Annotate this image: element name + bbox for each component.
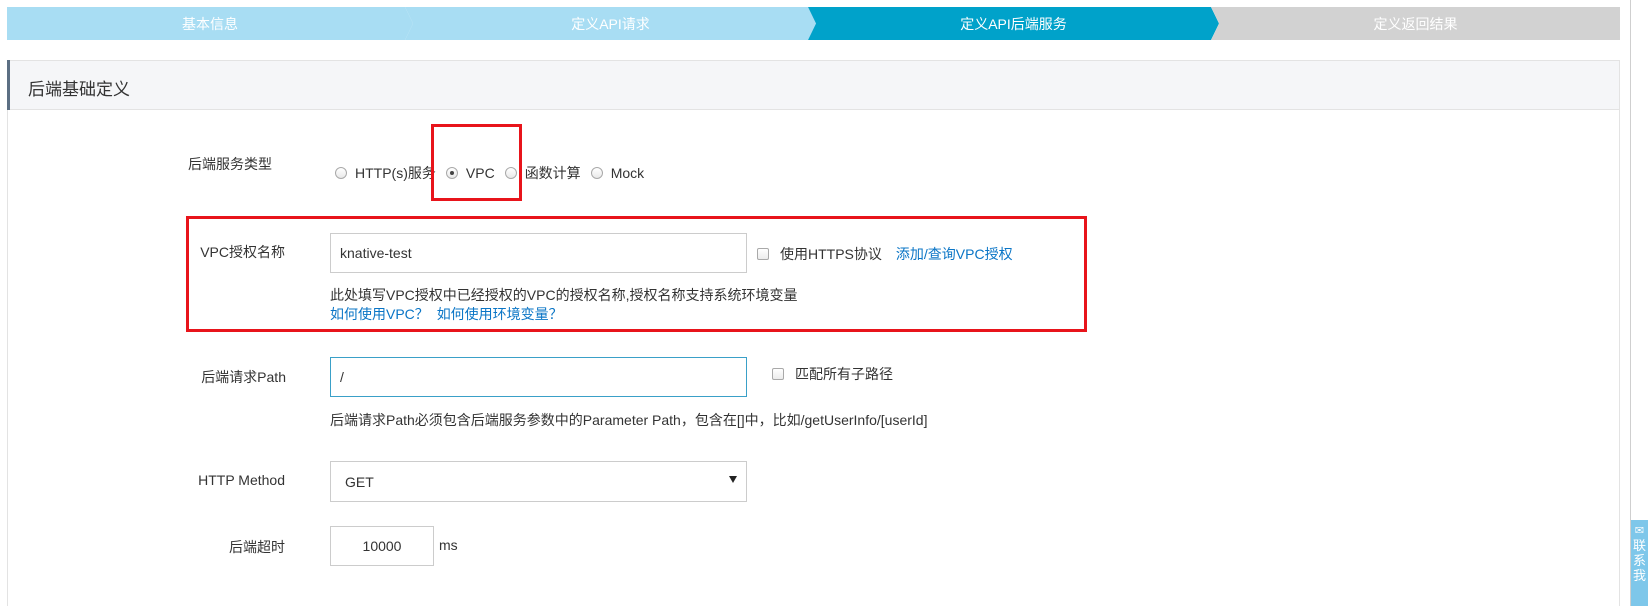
backend-definition-panel: 后端基础定义 [7,60,1620,606]
step-label: 定义API后端服务 [960,15,1067,32]
contact-side-tab[interactable]: ✉ 联系我 [1631,520,1648,606]
https-checkbox-row: 使用HTTPS协议 添加/查询VPC授权 [757,244,1013,264]
http-method-select[interactable]: GET [330,461,747,502]
radio-checked-icon [445,167,458,179]
side-tab-text: 联系我 [1632,538,1646,583]
match-subpath-label: 匹配所有子路径 [795,366,893,382]
panel-title: 后端基础定义 [28,80,130,99]
scrollbar-track [1630,0,1631,606]
http-method-label: HTTP Method [198,472,285,488]
step-define-request[interactable]: 定义API请求 [405,7,816,40]
chevron-down-icon [729,476,737,483]
radio-http[interactable]: HTTP(s)服务 [335,163,436,183]
backend-path-input[interactable] [330,357,747,397]
chat-icon: ✉ [1634,525,1645,537]
backend-path-help: 后端请求Path必须包含后端服务参数中的Parameter Path，包含在[]… [330,412,928,428]
page: 基本信息 定义API请求 定义API后端服务 定义返回结果 后端基础定义 后端服… [0,0,1648,606]
how-to-use-env-var-link[interactable]: 如何使用环境变量？ [437,306,563,322]
match-subpath-row: 匹配所有子路径 [772,364,893,384]
how-to-use-vpc-link[interactable]: 如何使用VPC？ [330,306,429,322]
radio-label: 函数计算 [524,165,581,181]
radio-circle-icon [504,167,517,179]
backend-type-label: 后端服务类型 [188,156,272,172]
step-label: 定义API请求 [571,15,650,32]
radio-label: Mock [610,165,645,181]
radio-circle-icon [335,167,347,179]
radio-label: HTTP(s)服务 [355,165,436,181]
vpc-auth-help: 此处填写VPC授权中已经授权的VPC的授权名称,授权名称支持系统环境变量 [330,287,798,303]
step-label: 基本信息 [182,15,238,32]
vpc-auth-label: VPC授权名称 [200,244,285,260]
step-basic-info[interactable]: 基本信息 [7,7,413,40]
backend-type-radio-group: HTTP(s)服务 VPC 函数计算 Mock [335,163,654,183]
radio-mock[interactable]: Mock [590,165,645,181]
timeout-unit: ms [439,537,458,553]
radio-circle-icon [590,167,603,179]
vpc-help-links: 如何使用VPC？ 如何使用环境变量？ [330,304,563,324]
panel-accent-bar [7,60,10,110]
step-label: 定义返回结果 [1373,15,1458,32]
step-define-response[interactable]: 定义返回结果 [1211,7,1620,40]
add-vpc-auth-link[interactable]: 添加/查询VPC授权 [896,244,1013,264]
radio-vpc[interactable]: VPC [445,165,495,181]
backend-path-label: 后端请求Path [201,369,286,385]
radio-function-compute[interactable]: 函数计算 [504,163,581,183]
radio-label: VPC [465,165,495,181]
vpc-auth-input[interactable] [330,233,747,273]
http-method-value: GET [345,473,374,490]
match-subpath-checkbox[interactable] [772,368,784,380]
step-define-backend[interactable]: 定义API后端服务 [808,7,1219,40]
timeout-label: 后端超时 [229,539,285,555]
https-checkbox[interactable] [757,248,769,260]
wizard-steps: 基本信息 定义API请求 定义API后端服务 定义返回结果 [7,7,1620,40]
panel-header: 后端基础定义 [7,60,1619,110]
https-checkbox-label: 使用HTTPS协议 [780,246,882,262]
timeout-input[interactable] [330,526,434,566]
